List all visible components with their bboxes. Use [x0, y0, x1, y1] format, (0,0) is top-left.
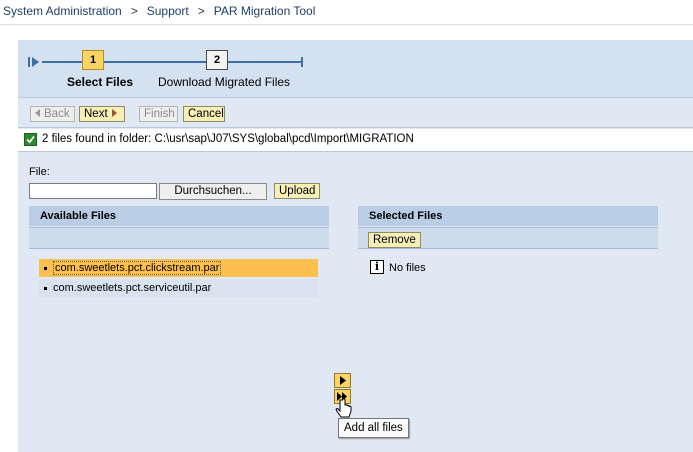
cancel-button-label: Cancel: [188, 108, 224, 120]
breadcrumb-system-administration[interactable]: System Administration: [3, 4, 122, 18]
finish-button-label: Finish: [144, 108, 175, 120]
success-check-icon: [24, 133, 37, 146]
available-files-header: Available Files: [29, 206, 329, 226]
toolbar-divider: [18, 127, 693, 128]
file-label: File:: [29, 166, 50, 178]
finish-button[interactable]: Finish: [139, 106, 178, 122]
available-file-name: com.sweetlets.pct.clickstream.par: [53, 261, 222, 275]
remove-button[interactable]: Remove: [368, 232, 421, 248]
tooltip: Add all files: [338, 418, 409, 438]
roadmap-connector: [104, 61, 206, 63]
add-selected-button[interactable]: [334, 373, 351, 388]
available-file-item[interactable]: com.sweetlets.pct.serviceutil.par: [39, 279, 318, 297]
breadcrumb-separator: >: [130, 4, 138, 18]
message-bar: 2 files found in folder: C:\usr\sap\J07\…: [18, 129, 693, 151]
bullet-icon: [44, 267, 47, 270]
roadmap-step-2-label: Download Migrated Files: [158, 75, 291, 89]
info-icon: i: [370, 260, 384, 274]
breadcrumb-par-migration-tool: PAR Migration Tool: [213, 4, 316, 18]
available-file-name: com.sweetlets.pct.serviceutil.par: [53, 282, 212, 294]
breadcrumb: System Administration > Support > PAR Migrat…: [3, 4, 315, 20]
next-button[interactable]: Next: [79, 106, 125, 122]
browse-button[interactable]: Durchsuchen...: [159, 183, 267, 200]
upload-button[interactable]: Upload: [274, 183, 321, 199]
arrow-right-icon: [111, 109, 117, 117]
roadmap-divider: [18, 97, 693, 98]
selected-files-header: Selected Files: [358, 206, 658, 226]
no-files-text: No files: [389, 262, 426, 274]
roadmap-step-1-label: Select Files: [67, 75, 134, 89]
roadmap-step-2[interactable]: 2: [206, 50, 228, 70]
header-divider: [0, 24, 693, 25]
back-button-label: Back: [44, 108, 70, 120]
breadcrumb-separator: >: [197, 4, 205, 18]
roadmap-step-1[interactable]: 1: [82, 50, 104, 70]
roadmap-start-icon: [28, 57, 39, 67]
next-button-label: Next: [84, 108, 108, 120]
roadmap-connector: [42, 61, 82, 63]
roadmap: 1 2 Select Files Download Migrated Files: [18, 40, 693, 97]
bullet-icon: [44, 287, 47, 290]
arrow-left-icon: [35, 109, 40, 117]
available-file-item[interactable]: com.sweetlets.pct.clickstream.par: [39, 259, 318, 277]
message-text: 2 files found in folder: C:\usr\sap\J07\…: [42, 133, 414, 145]
back-button[interactable]: Back: [30, 106, 75, 122]
breadcrumb-support[interactable]: Support: [147, 4, 189, 18]
available-files-toolbar: [29, 227, 329, 249]
cancel-button[interactable]: Cancel: [183, 106, 225, 122]
roadmap-end-icon: [291, 57, 303, 67]
play-right-icon: [340, 376, 346, 385]
message-divider: [18, 151, 693, 152]
file-path-input[interactable]: [29, 183, 157, 199]
roadmap-connector: [228, 61, 292, 63]
wizard-toolbar: Back Next Finish Cancel: [18, 99, 693, 127]
